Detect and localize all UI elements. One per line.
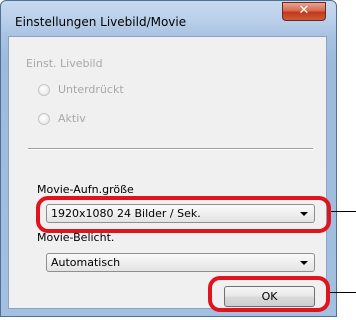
radio-button-icon <box>38 83 50 96</box>
movie-exposure-value: Automatisch <box>51 256 121 269</box>
separator <box>28 148 313 150</box>
title-bar[interactable]: Einstellungen Livebild/Movie ✕ <box>1 1 336 37</box>
ok-button-highlight <box>208 276 330 312</box>
close-button[interactable]: ✕ <box>282 2 326 21</box>
close-icon: ✕ <box>298 3 310 18</box>
radio-label: Unterdrückt <box>58 83 124 96</box>
liveview-group-label: Einst. Livebild <box>26 57 103 70</box>
window-title: Einstellungen Livebild/Movie <box>15 15 187 29</box>
radio-button-icon <box>38 112 50 125</box>
movie-size-label: Movie-Aufn.größe <box>37 183 134 196</box>
chevron-down-icon <box>300 261 308 265</box>
radio-label: Aktiv <box>58 112 86 125</box>
radio-unterdrueckt[interactable]: Unterdrückt <box>38 83 124 96</box>
ok-callout-line <box>330 292 356 293</box>
radio-aktiv[interactable]: Aktiv <box>38 112 86 125</box>
movie-exposure-select[interactable]: Automatisch <box>46 253 315 272</box>
size-callout-line <box>331 211 356 212</box>
size-select-highlight <box>36 196 331 233</box>
